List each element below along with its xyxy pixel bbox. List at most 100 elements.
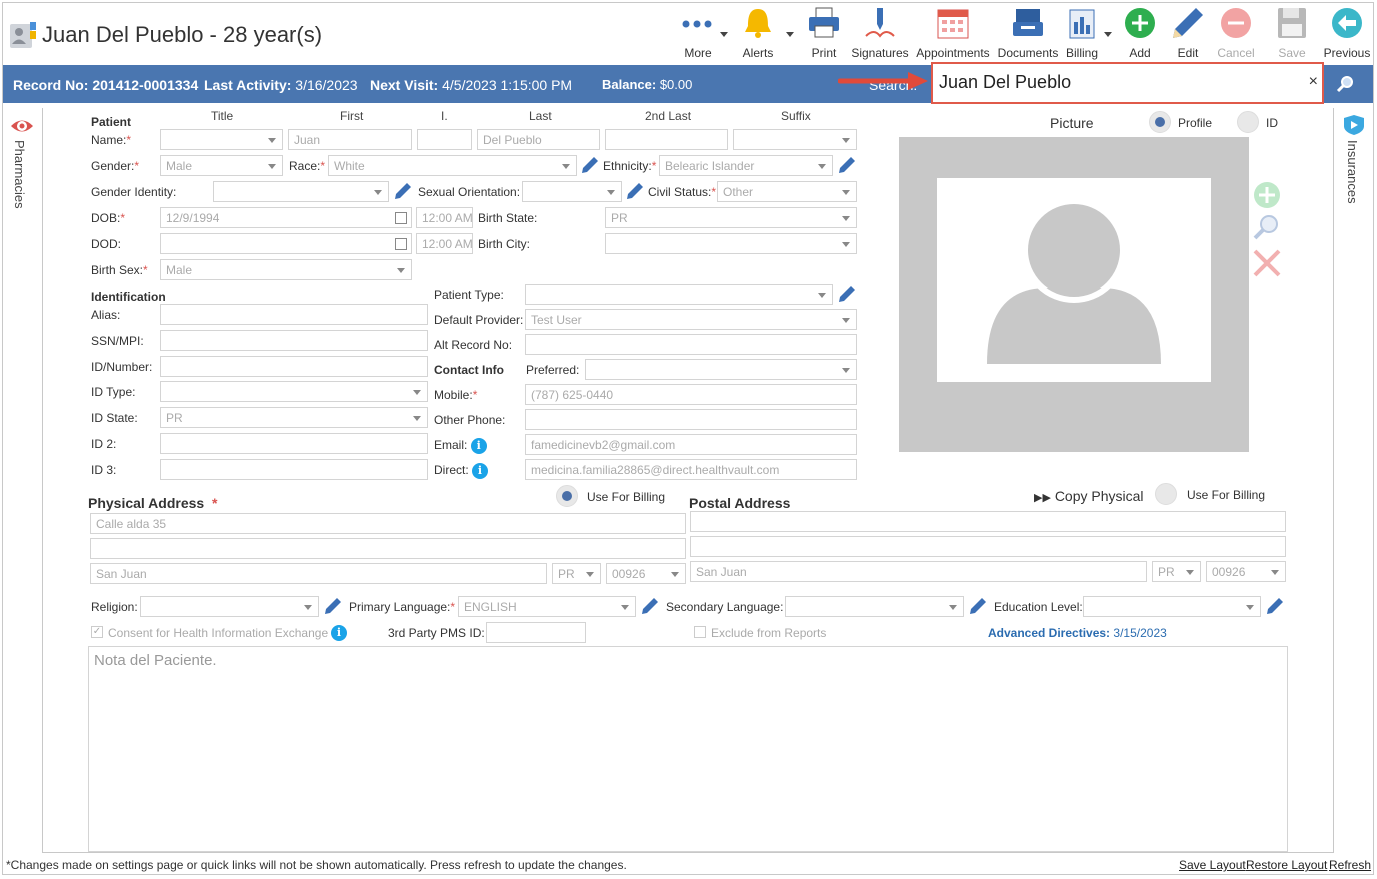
clear-search-button[interactable]: × xyxy=(1309,73,1318,91)
profile-radio[interactable] xyxy=(1149,111,1171,133)
ssn-input[interactable] xyxy=(160,330,428,351)
mobile-input[interactable]: (787) 625-0440 xyxy=(525,384,857,405)
last-name-input[interactable]: Del Pueblo xyxy=(477,129,600,150)
alt-record-input[interactable] xyxy=(525,334,857,355)
add-picture-icon[interactable] xyxy=(1252,180,1282,210)
tab-insurances[interactable]: Insurances xyxy=(1345,140,1360,204)
save-button[interactable]: Save xyxy=(1272,6,1312,62)
restore-layout-link[interactable]: Restore Layout xyxy=(1246,858,1327,872)
refresh-link[interactable]: Refresh xyxy=(1329,858,1371,872)
edit-religion-pencil-icon[interactable] xyxy=(324,597,342,615)
primary-language-select[interactable]: ENGLISH xyxy=(458,596,636,617)
birth-city-select[interactable] xyxy=(605,233,857,254)
postal-line1-input[interactable] xyxy=(690,511,1286,532)
postal-state-select[interactable]: PR xyxy=(1152,561,1201,582)
dod-input[interactable] xyxy=(160,233,412,254)
documents-button[interactable]: Documents xyxy=(998,6,1058,62)
second-last-input[interactable] xyxy=(605,129,728,150)
pharmacies-eye-icon[interactable] xyxy=(10,114,34,138)
postal-use-billing-radio[interactable] xyxy=(1155,483,1177,505)
preferred-select[interactable] xyxy=(585,359,857,380)
alerts-dropdown-icon[interactable] xyxy=(786,32,794,37)
id-state-select[interactable]: PR xyxy=(160,407,428,428)
patient-note-textarea[interactable]: Nota del Paciente. xyxy=(88,646,1288,852)
consent-info-icon[interactable]: i xyxy=(331,625,347,641)
alerts-button[interactable]: Alerts xyxy=(738,6,778,62)
email-info-icon[interactable]: i xyxy=(470,438,487,454)
search-input[interactable] xyxy=(939,72,1299,93)
id2-input[interactable] xyxy=(160,433,428,454)
race-select[interactable]: White xyxy=(328,155,577,176)
edit-patient-type-pencil-icon[interactable] xyxy=(838,285,856,303)
default-provider-select[interactable]: Test User xyxy=(525,309,857,330)
edit-orientation-pencil-icon[interactable] xyxy=(626,182,644,200)
physical-use-billing-radio[interactable] xyxy=(556,485,578,507)
more-button[interactable]: More xyxy=(678,6,718,62)
gender-select[interactable]: Male xyxy=(160,155,283,176)
secondary-language-select[interactable] xyxy=(785,596,964,617)
id-number-input[interactable] xyxy=(160,356,428,377)
appointments-button[interactable]: Appointments xyxy=(916,6,990,62)
other-phone-input[interactable] xyxy=(525,409,857,430)
delete-picture-icon[interactable] xyxy=(1252,248,1282,278)
title-select[interactable] xyxy=(160,129,283,150)
suffix-select[interactable] xyxy=(733,129,857,150)
more-dropdown-icon[interactable] xyxy=(720,32,728,37)
edit-ethnicity-pencil-icon[interactable] xyxy=(838,156,856,174)
consent-checkbox[interactable]: ✓ xyxy=(91,626,103,638)
cancel-button[interactable]: Cancel xyxy=(1216,6,1256,62)
previous-button[interactable]: Previous xyxy=(1324,6,1370,62)
print-label: Print xyxy=(811,46,837,60)
billing-dropdown-icon[interactable] xyxy=(1104,32,1112,37)
id-radio[interactable] xyxy=(1237,111,1259,133)
dod-time-input[interactable]: 12:00 AM xyxy=(416,233,473,254)
physical-line2-input[interactable] xyxy=(90,538,686,559)
religion-select[interactable] xyxy=(140,596,319,617)
search-icon[interactable] xyxy=(1335,74,1355,94)
edit-button[interactable]: Edit xyxy=(1168,6,1208,62)
gender-identity-select[interactable] xyxy=(213,181,389,202)
edit-gender-identity-pencil-icon[interactable] xyxy=(394,182,412,200)
id3-input[interactable] xyxy=(160,459,428,480)
civil-status-select[interactable]: Other xyxy=(717,181,857,202)
insurances-shield-icon[interactable] xyxy=(1342,114,1366,136)
ethnicity-select[interactable]: Belearic Islander xyxy=(659,155,833,176)
dob-input[interactable]: 12/9/1994 xyxy=(160,207,412,228)
physical-line1-input[interactable]: Calle alda 35 xyxy=(90,513,686,534)
tab-pharmacies[interactable]: Pharmacies xyxy=(12,140,27,209)
id-type-select[interactable] xyxy=(160,381,428,402)
direct-input[interactable]: medicina.familia28865@direct.healthvault… xyxy=(525,459,857,480)
edit-education-pencil-icon[interactable] xyxy=(1266,597,1284,615)
postal-line2-input[interactable] xyxy=(690,536,1286,557)
add-button[interactable]: Add xyxy=(1120,6,1160,62)
birth-sex-select[interactable]: Male xyxy=(160,259,412,280)
save-layout-link[interactable]: Save Layout xyxy=(1179,858,1246,872)
billing-button[interactable]: Billing xyxy=(1062,6,1102,62)
physical-state-select[interactable]: PR xyxy=(552,563,601,584)
dob-time-input[interactable]: 12:00 AM xyxy=(416,207,473,228)
physical-city-input[interactable]: San Juan xyxy=(90,563,547,584)
print-button[interactable]: Print xyxy=(804,6,844,62)
initial-input[interactable] xyxy=(417,129,472,150)
advanced-directives-link[interactable]: Advanced Directives: 3/15/2023 xyxy=(988,626,1167,640)
pms-id-label: 3rd Party PMS ID: xyxy=(388,626,485,640)
first-name-input[interactable]: Juan xyxy=(288,129,412,150)
email-input[interactable]: famedicinevb2@gmail.com xyxy=(525,434,857,455)
patient-type-select[interactable] xyxy=(525,284,833,305)
zoom-picture-icon[interactable] xyxy=(1252,212,1282,242)
pms-id-input[interactable] xyxy=(486,622,586,643)
birth-state-select[interactable]: PR xyxy=(605,207,857,228)
exclude-reports-checkbox[interactable] xyxy=(694,626,706,638)
copy-physical-link[interactable]: ▶▶ Copy Physical xyxy=(1034,488,1144,504)
signatures-button[interactable]: Signatures xyxy=(851,6,909,62)
education-level-select[interactable] xyxy=(1083,596,1261,617)
direct-info-icon[interactable]: i xyxy=(472,463,489,479)
edit-race-pencil-icon[interactable] xyxy=(581,156,599,174)
physical-zip-select[interactable]: 00926 xyxy=(606,563,686,584)
sexual-orientation-select[interactable] xyxy=(522,181,622,202)
edit-secondary-language-pencil-icon[interactable] xyxy=(969,597,987,615)
edit-primary-language-pencil-icon[interactable] xyxy=(641,597,659,615)
alias-input[interactable] xyxy=(160,304,428,325)
postal-zip-select[interactable]: 00926 xyxy=(1206,561,1286,582)
postal-city-input[interactable]: San Juan xyxy=(690,561,1147,582)
